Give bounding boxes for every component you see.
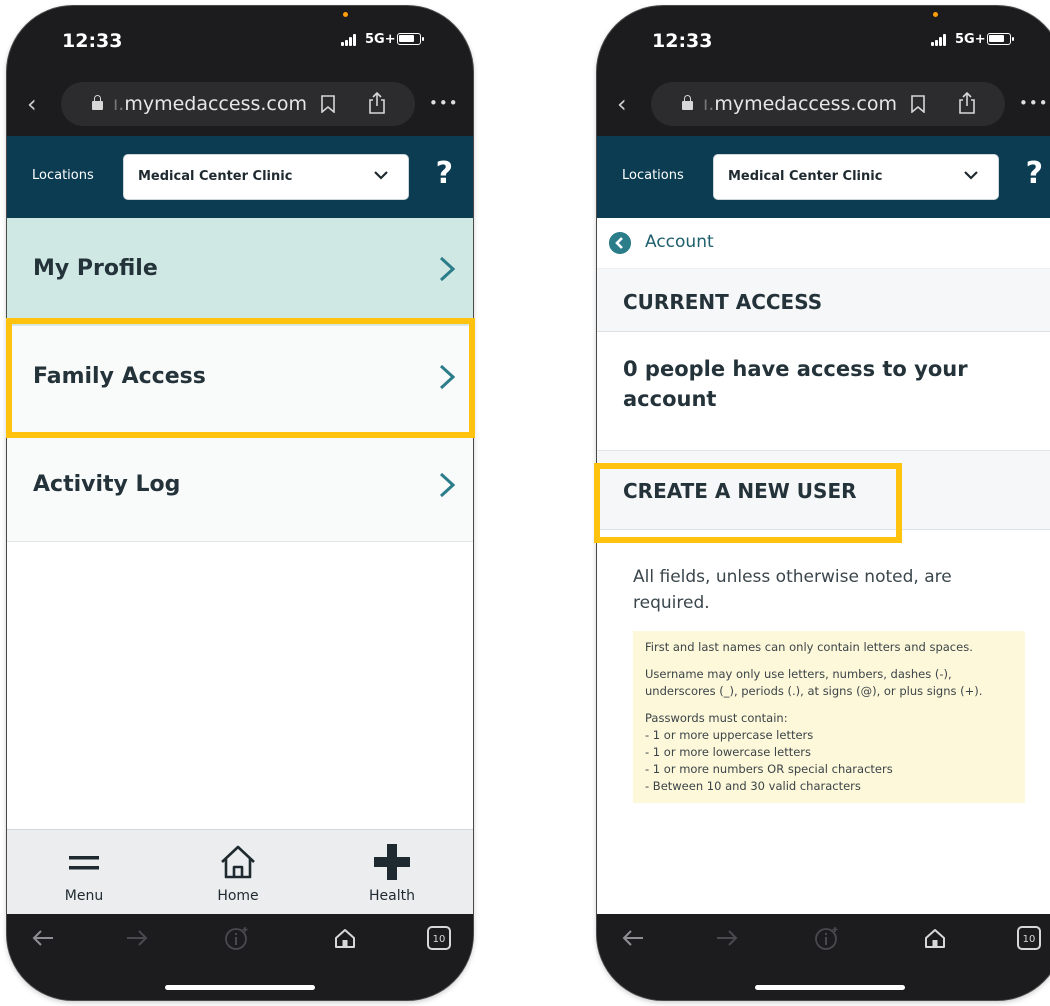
access-summary-text: 0 people have access to your account — [623, 357, 968, 411]
help-icon[interactable]: ? — [1026, 156, 1043, 191]
lock-icon — [682, 95, 693, 111]
browser-address-row: ‹ ı.mymedaccess.com ••• — [7, 76, 473, 136]
browser-back-icon[interactable]: ‹ — [617, 90, 627, 118]
bookmark-icon[interactable] — [321, 95, 335, 113]
network-type: 5G+ — [365, 32, 396, 47]
status-bar: 12:33 5G+ — [597, 6, 1050, 76]
password-rule-item: - 1 or more lowercase letters — [645, 745, 812, 759]
nav-health[interactable]: Health — [347, 840, 437, 904]
info-icon — [815, 927, 838, 950]
url-text: ı.mymedaccess.com — [703, 93, 897, 115]
password-rules: Passwords must contain: - 1 or more uppe… — [645, 710, 1015, 795]
current-access-header: CURRENT ACCESS — [597, 269, 1050, 332]
password-rule-item: - Between 10 and 30 valid characters — [645, 779, 861, 793]
status-time: 12:33 — [652, 30, 713, 52]
account-link-label: Account — [645, 232, 714, 252]
signal-icon — [341, 34, 359, 46]
info-icon — [225, 927, 248, 950]
menu-item-activity-log[interactable]: Activity Log — [7, 434, 473, 542]
back-circle-icon — [609, 232, 631, 254]
location-bar: Locations Medical Center Clinic ? — [7, 136, 473, 218]
browser-toolbar: 10 — [7, 914, 473, 1000]
privacy-indicator — [343, 12, 348, 17]
location-bar: Locations Medical Center Clinic ? — [597, 136, 1050, 218]
password-rule-item: - 1 or more uppercase letters — [645, 728, 814, 742]
address-bar[interactable]: ı.mymedaccess.com — [651, 82, 1005, 126]
create-user-form: All fields, unless otherwise noted, are … — [597, 530, 1050, 910]
more-icon[interactable]: ••• — [429, 94, 459, 112]
home-button-icon[interactable] — [331, 924, 359, 952]
browser-toolbar: 10 — [597, 914, 1050, 1000]
tabs-icon[interactable]: 10 — [1015, 924, 1043, 952]
menu-item-label: My Profile — [33, 256, 158, 281]
menu-item-family-access[interactable]: Family Access — [7, 326, 473, 434]
menu-item-label: Activity Log — [33, 472, 181, 497]
chevron-right-icon — [439, 364, 455, 390]
phone-left: 12:33 5G+ ‹ ı.mymedaccess.com ••• Locati… — [7, 6, 473, 1000]
browser-address-row: ‹ ı.mymedaccess.com ••• — [597, 76, 1050, 136]
forward-arrow-icon — [127, 930, 148, 946]
chevron-right-icon — [439, 472, 455, 498]
location-select-value: Medical Center Clinic — [728, 169, 883, 184]
chevron-down-icon — [964, 171, 978, 180]
locations-label: Locations — [32, 168, 94, 183]
location-select[interactable]: Medical Center Clinic — [713, 154, 999, 200]
back-arrow-icon[interactable] — [619, 924, 647, 952]
create-user-header: CREATE A NEW USER — [597, 451, 1050, 530]
account-back-link[interactable]: Account — [597, 218, 1050, 269]
fields-note: All fields, unless otherwise noted, are … — [633, 567, 952, 613]
forward-arrow-icon — [717, 930, 738, 946]
bookmark-icon[interactable] — [911, 95, 925, 113]
validation-rules: First and last names can only contain le… — [633, 631, 1025, 803]
address-bar[interactable]: ı.mymedaccess.com — [61, 82, 415, 126]
home-button-icon[interactable] — [921, 924, 949, 952]
access-summary-block: 0 people have access to your account — [597, 332, 1050, 451]
menu-item-my-profile[interactable]: My Profile — [7, 218, 473, 326]
status-bar: 12:33 5G+ — [7, 6, 473, 76]
battery-icon — [987, 33, 1014, 45]
nav-menu[interactable]: Menu — [39, 840, 129, 904]
help-icon[interactable]: ? — [436, 156, 453, 191]
password-rule-intro: Passwords must contain: — [645, 711, 788, 725]
url-text: ı.mymedaccess.com — [113, 93, 307, 115]
location-select[interactable]: Medical Center Clinic — [123, 154, 409, 200]
tab-count: 10 — [433, 934, 446, 945]
bottom-nav: Menu Home Health — [7, 829, 473, 914]
username-rule: Username may only use letters, numbers, … — [645, 667, 983, 698]
current-access-heading: CURRENT ACCESS — [623, 290, 823, 314]
home-icon — [221, 845, 255, 879]
browser-back-icon[interactable]: ‹ — [27, 90, 37, 118]
back-arrow-icon[interactable] — [29, 924, 57, 952]
nav-home[interactable]: Home — [193, 840, 283, 904]
tab-count: 10 — [1023, 934, 1036, 945]
battery-icon — [397, 33, 424, 45]
network-type: 5G+ — [955, 32, 986, 47]
nav-menu-label: Menu — [64, 888, 104, 904]
phone-right: 12:33 5G+ ‹ ı.mymedaccess.com ••• Locati… — [597, 6, 1050, 1000]
chevron-right-icon — [439, 256, 455, 282]
home-indicator — [755, 985, 905, 990]
location-select-value: Medical Center Clinic — [138, 169, 293, 184]
page-content: Locations Medical Center Clinic ? Accoun… — [597, 136, 1050, 914]
signal-icon — [931, 34, 949, 46]
nav-health-label: Health — [369, 888, 415, 904]
plus-icon — [374, 844, 410, 880]
page-content: Locations Medical Center Clinic ? My Pro… — [7, 136, 473, 914]
hamburger-icon — [69, 856, 99, 870]
tabs-icon[interactable]: 10 — [425, 924, 453, 952]
share-icon[interactable] — [368, 92, 386, 114]
home-indicator — [165, 985, 315, 990]
menu-item-label: Family Access — [33, 364, 206, 389]
more-icon[interactable]: ••• — [1019, 94, 1049, 112]
locations-label: Locations — [622, 168, 684, 183]
chevron-down-icon — [374, 171, 388, 180]
status-time: 12:33 — [62, 30, 123, 52]
password-rule-item: - 1 or more numbers OR special character… — [645, 762, 893, 776]
privacy-indicator — [933, 12, 938, 17]
nav-home-label: Home — [217, 888, 259, 904]
share-icon[interactable] — [958, 92, 976, 114]
create-user-heading: CREATE A NEW USER — [623, 479, 857, 503]
names-rule: First and last names can only contain le… — [645, 640, 973, 654]
lock-icon — [92, 95, 103, 111]
